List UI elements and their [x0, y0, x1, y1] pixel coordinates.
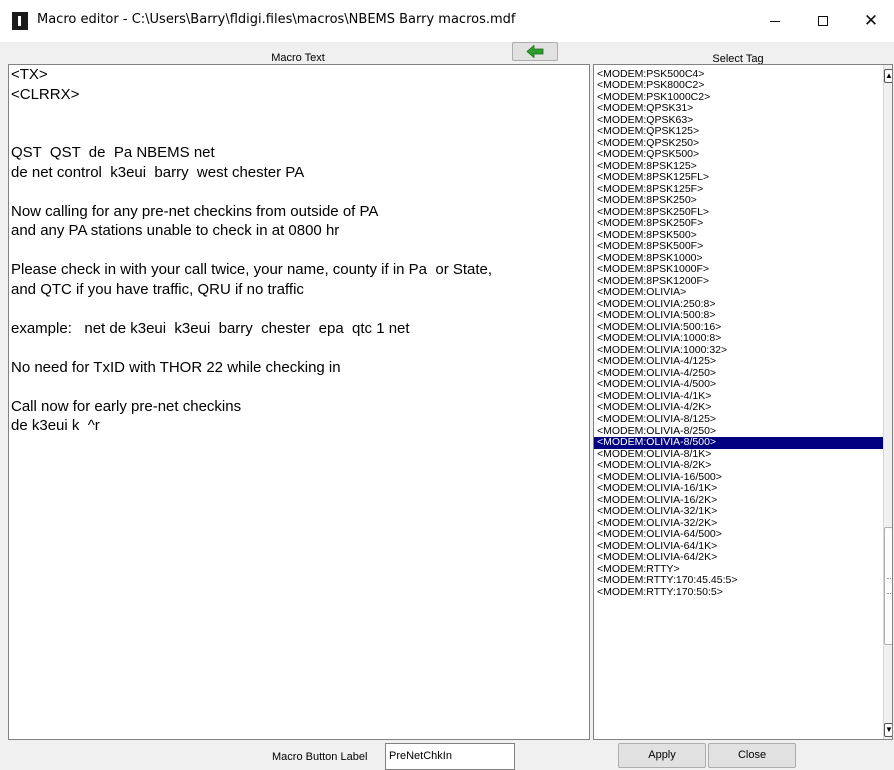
tag-list-item[interactable]: <MODEM:RTTY>: [594, 564, 886, 576]
minimize-icon: [770, 20, 780, 22]
tag-list-item[interactable]: <MODEM:OLIVIA:250:8>: [594, 299, 886, 311]
macro-text-line: Please check in with your call twice, yo…: [11, 261, 493, 278]
tag-list-item[interactable]: <MODEM:OLIVIA-8/250>: [594, 426, 886, 438]
tag-list-item[interactable]: <MODEM:PSK500C4>: [594, 69, 886, 81]
tag-list-item[interactable]: <MODEM:OLIVIA-16/1K>: [594, 483, 886, 495]
tag-list-item[interactable]: <MODEM:OLIVIA:500:8>: [594, 310, 886, 322]
tag-list-item[interactable]: <MODEM:OLIVIA-16/500>: [594, 472, 886, 484]
macro-text-line: and QTC if you have traffic, QRU if no t…: [11, 280, 304, 298]
minimize-button[interactable]: [752, 0, 798, 42]
tag-list-item[interactable]: <MODEM:8PSK125>: [594, 161, 886, 173]
tag-list-item[interactable]: <MODEM:OLIVIA-8/500>: [594, 437, 886, 449]
macro-text-line: and any PA stations unable to check in a…: [11, 222, 340, 239]
tag-list-item[interactable]: <MODEM:QPSK125>: [594, 126, 886, 138]
close-icon: ✕: [863, 11, 879, 31]
macro-text-line: de net control k3eui barry west chester …: [11, 163, 305, 181]
tag-list-item[interactable]: <MODEM:OLIVIA-4/500>: [594, 379, 886, 391]
tag-list-item[interactable]: <MODEM:8PSK500>: [594, 230, 886, 242]
tag-list-item[interactable]: <MODEM:QPSK250>: [594, 138, 886, 150]
tag-list-item[interactable]: <MODEM:OLIVIA:1000:8>: [594, 333, 886, 345]
maximize-icon: [818, 16, 828, 26]
select-tag-list[interactable]: <MODEM:PSK500C2><MODEM:PSK500C4><MODEM:P…: [593, 64, 893, 740]
tag-list-item[interactable]: <MODEM:8PSK250F>: [594, 218, 886, 230]
macro-text-line: example: net de k3eui k3eui barry cheste…: [11, 319, 410, 337]
tag-list-item[interactable]: <MODEM:PSK800C2>: [594, 80, 886, 92]
scroll-down-arrow-icon[interactable]: ▼: [884, 723, 892, 737]
tag-list-item[interactable]: <MODEM:OLIVIA-32/1K>: [594, 506, 886, 518]
tag-list-item[interactable]: <MODEM:OLIVIA:500:16>: [594, 322, 886, 334]
macro-button-label-input[interactable]: PreNetChkIn: [385, 743, 515, 770]
scroll-up-arrow-icon[interactable]: ▲: [884, 69, 892, 83]
tag-list-item[interactable]: <MODEM:QPSK31>: [594, 103, 886, 115]
tag-list-item[interactable]: <MODEM:8PSK250>: [594, 195, 886, 207]
maximize-button[interactable]: [800, 0, 846, 42]
tag-list-item[interactable]: <MODEM:8PSK500F>: [594, 241, 886, 253]
tag-list-item[interactable]: <MODEM:OLIVIA-4/2K>: [594, 402, 886, 414]
tag-list-item[interactable]: <MODEM:PSK1000C2>: [594, 92, 886, 104]
tag-list-item[interactable]: <MODEM:8PSK1200F>: [594, 276, 886, 288]
macro-text-editor[interactable]: <TX> <CLRRX> QST QST de Pa NBEMS net de net…: [8, 64, 590, 740]
tag-list-item[interactable]: <MODEM:QPSK63>: [594, 115, 886, 127]
macro-text-line: [11, 299, 587, 319]
tag-list-item[interactable]: <MODEM:OLIVIA-8/2K>: [594, 460, 886, 472]
tag-list-item[interactable]: <MODEM:OLIVIA:1000:32>: [594, 345, 886, 357]
title-bar: Macro editor - C:\Users\Barry\fldigi.fil…: [0, 0, 894, 42]
macro-text-line: No need for TxID with THOR 22 while chec…: [11, 358, 341, 376]
tag-list-item[interactable]: <MODEM:8PSK1000F>: [594, 264, 886, 276]
tag-list-item[interactable]: <MODEM:OLIVIA-32/2K>: [594, 518, 886, 530]
macro-text-line: <TX>: [11, 66, 48, 83]
scroll-thumb[interactable]: [884, 527, 892, 645]
macro-text-line: <CLRRX>: [11, 85, 80, 103]
tag-list-item[interactable]: <MODEM:OLIVIA-4/250>: [594, 368, 886, 380]
macro-text-line: de k3eui k ^r: [11, 417, 100, 434]
tag-list-scrollbar[interactable]: ▲ ▼: [883, 65, 892, 739]
tag-list-item[interactable]: <MODEM:OLIVIA-64/2K>: [594, 552, 886, 564]
tag-list-item[interactable]: <MODEM:OLIVIA-16/2K>: [594, 495, 886, 507]
macro-text-line: [11, 377, 587, 397]
tag-list-item[interactable]: <MODEM:OLIVIA-4/1K>: [594, 391, 886, 403]
close-window-button[interactable]: ✕: [848, 0, 894, 42]
macro-editor-client: Macro Text Select Tag <TX> <CLRRX> QST QST…: [0, 42, 894, 770]
left-arrow-icon: [526, 45, 544, 58]
tag-list-item[interactable]: <MODEM:8PSK125FL>: [594, 172, 886, 184]
tag-list-item[interactable]: <MODEM:RTTY:170:45.45:5>: [594, 575, 886, 587]
window-title: Macro editor - C:\Users\Barry\fldigi.fil…: [37, 12, 516, 27]
macro-text-line: [11, 104, 587, 124]
tag-list-item[interactable]: <MODEM:OLIVIA-4/125>: [594, 356, 886, 368]
tag-list-item[interactable]: <MODEM:OLIVIA-64/500>: [594, 529, 886, 541]
macro-text-line: [11, 338, 587, 358]
tag-list-item[interactable]: <MODEM:OLIVIA-64/1K>: [594, 541, 886, 553]
tag-list-item[interactable]: <MODEM:8PSK1000>: [594, 253, 886, 265]
tag-list-item[interactable]: <MODEM:RTTY:170:50:5>: [594, 587, 886, 599]
tag-list-item[interactable]: <MODEM:8PSK125F>: [594, 184, 886, 196]
tag-list-item[interactable]: <MODEM:OLIVIA-8/125>: [594, 414, 886, 426]
tag-list-item[interactable]: <MODEM:OLIVIA-8/1K>: [594, 449, 886, 461]
macro-text-line: [11, 241, 587, 261]
scroll-grip-icon: [887, 578, 891, 594]
tag-list-item[interactable]: <MODEM:QPSK500>: [594, 149, 886, 161]
macro-text-line: QST QST de Pa NBEMS net: [11, 144, 215, 161]
tag-list-item[interactable]: <MODEM:8PSK250FL>: [594, 207, 886, 219]
macro-text-line: [11, 182, 587, 202]
macro-text-line: [11, 124, 587, 144]
tag-list-item[interactable]: <MODEM:OLIVIA>: [594, 287, 886, 299]
tag-list-items: <MODEM:PSK500C2><MODEM:PSK500C4><MODEM:P…: [594, 65, 886, 599]
close-button[interactable]: Close: [708, 743, 796, 768]
insert-tag-button[interactable]: [512, 42, 558, 61]
apply-button[interactable]: Apply: [618, 743, 706, 768]
macro-button-label-caption: Macro Button Label: [272, 751, 368, 763]
macro-text-line: Now calling for any pre-net checkins fro…: [11, 202, 379, 220]
macro-text-line: Call now for early pre-net checkins: [11, 397, 242, 415]
fldigi-app-icon: [12, 12, 28, 30]
